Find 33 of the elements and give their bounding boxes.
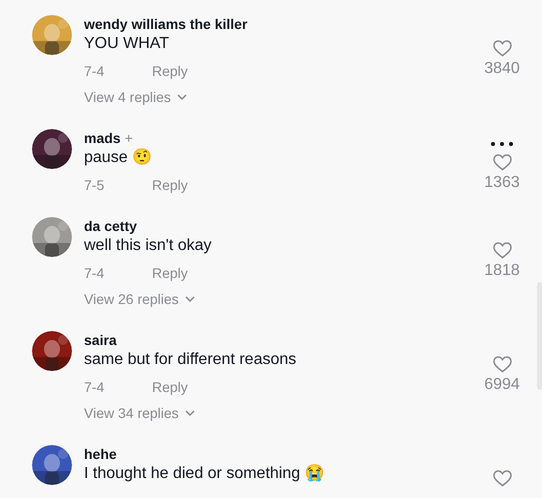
like-count: 1363 — [484, 173, 520, 193]
chevron-down-icon — [184, 410, 195, 416]
comment-text: well this isn't okay — [84, 236, 213, 256]
chevron-down-icon — [176, 94, 187, 100]
heart-icon[interactable] — [492, 40, 512, 57]
view-replies-link[interactable]: View 34 replies — [84, 403, 195, 423]
like-count: 6994 — [484, 375, 520, 395]
username[interactable]: hehe — [84, 445, 117, 463]
reply-button[interactable]: Reply — [152, 377, 188, 397]
comment-text: I thought he died or something 😭 — [84, 463, 326, 484]
like-count: 3840 — [484, 59, 520, 79]
comment-date: 7-5 — [84, 176, 106, 195]
comment-text: pause 🤨 — [84, 147, 154, 168]
username[interactable]: da cetty — [84, 217, 137, 235]
heart-icon[interactable] — [492, 242, 512, 259]
comment-text: YOU WHAT — [84, 34, 170, 54]
comment-text: same but for different reasons — [84, 350, 298, 370]
comment-date: 7-4 — [84, 62, 106, 81]
username[interactable]: mads — [84, 129, 121, 147]
reply-button[interactable]: Reply — [152, 61, 188, 81]
comment-date: 7-4 — [84, 264, 106, 283]
reply-button[interactable]: Reply — [152, 263, 188, 283]
username[interactable]: saira — [84, 331, 117, 349]
like-count: 1818 — [484, 261, 520, 281]
view-replies-link[interactable]: View 26 replies — [84, 289, 195, 309]
creator-mark: + — [124, 129, 133, 147]
comment-date: 7-4 — [84, 378, 106, 397]
reply-button[interactable]: Reply — [152, 175, 188, 195]
view-replies-link[interactable]: View 4 replies — [84, 87, 187, 107]
chevron-down-icon — [184, 296, 195, 302]
username[interactable]: wendy williams the killer — [84, 15, 248, 33]
heart-icon[interactable] — [492, 356, 512, 373]
heart-icon[interactable] — [492, 470, 512, 487]
